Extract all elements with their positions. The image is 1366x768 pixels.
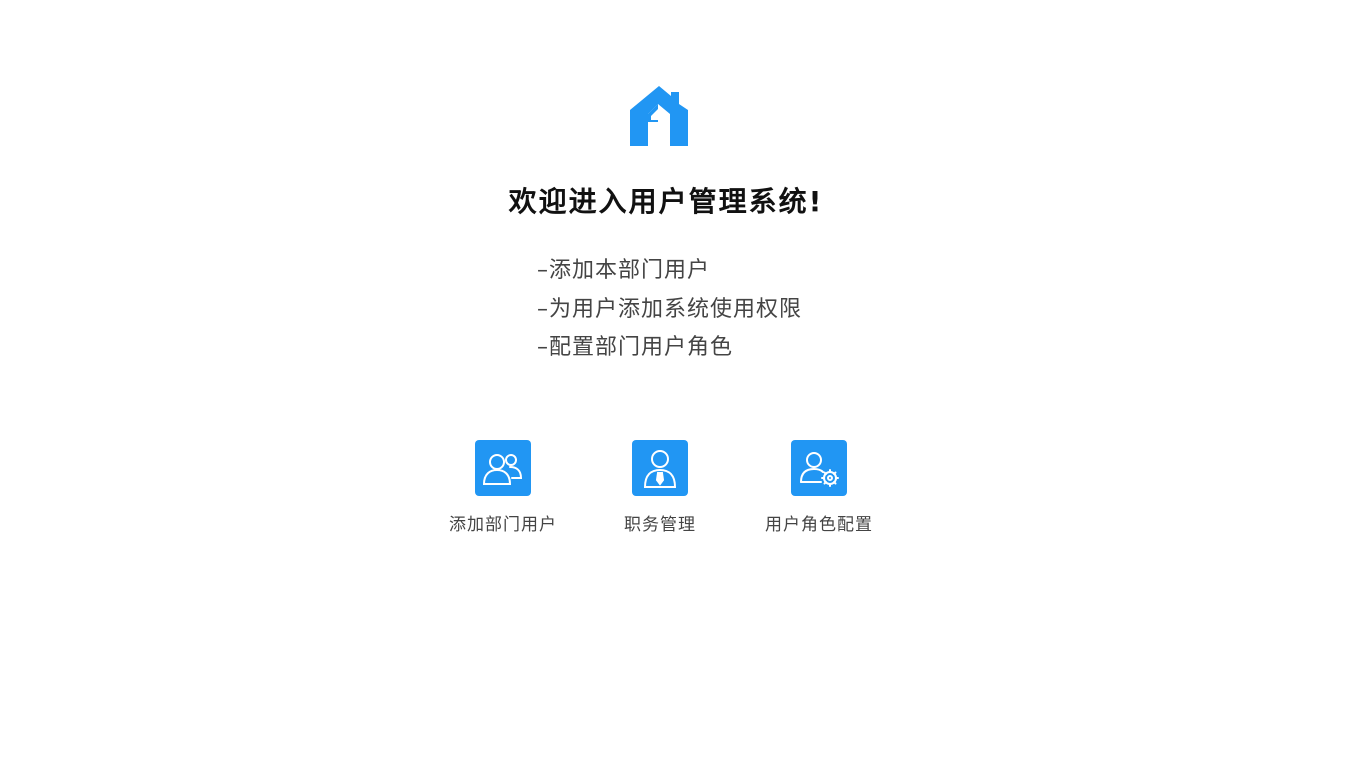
welcome-title: 欢迎进入用户管理系统! xyxy=(508,185,824,218)
tile-label: 用户角色配置 xyxy=(765,515,873,535)
users-icon[interactable] xyxy=(475,440,531,496)
person-tie-icon[interactable] xyxy=(632,440,688,496)
feature-item: –添加本部门用户 xyxy=(537,258,711,283)
user-settings-icon[interactable] xyxy=(791,440,847,496)
tile-label: 职务管理 xyxy=(624,515,696,535)
welcome-page: 欢迎进入用户管理系统! –添加本部门用户 –为用户添加系统使用权限 –配置部门用… xyxy=(0,0,1366,768)
add-department-user-tile[interactable]: 添加部门用户 xyxy=(433,440,573,535)
tile-label: 添加部门用户 xyxy=(449,515,557,535)
feature-item: –配置部门用户角色 xyxy=(537,335,734,360)
user-role-config-tile[interactable]: 用户角色配置 xyxy=(749,440,889,535)
feature-item: –为用户添加系统使用权限 xyxy=(537,296,803,322)
position-management-tile[interactable]: 职务管理 xyxy=(590,440,730,535)
house-a-logo-icon xyxy=(630,86,688,146)
feature-list: –添加本部门用户 –为用户添加系统使用权限 –配置部门用户角色 xyxy=(537,252,802,368)
